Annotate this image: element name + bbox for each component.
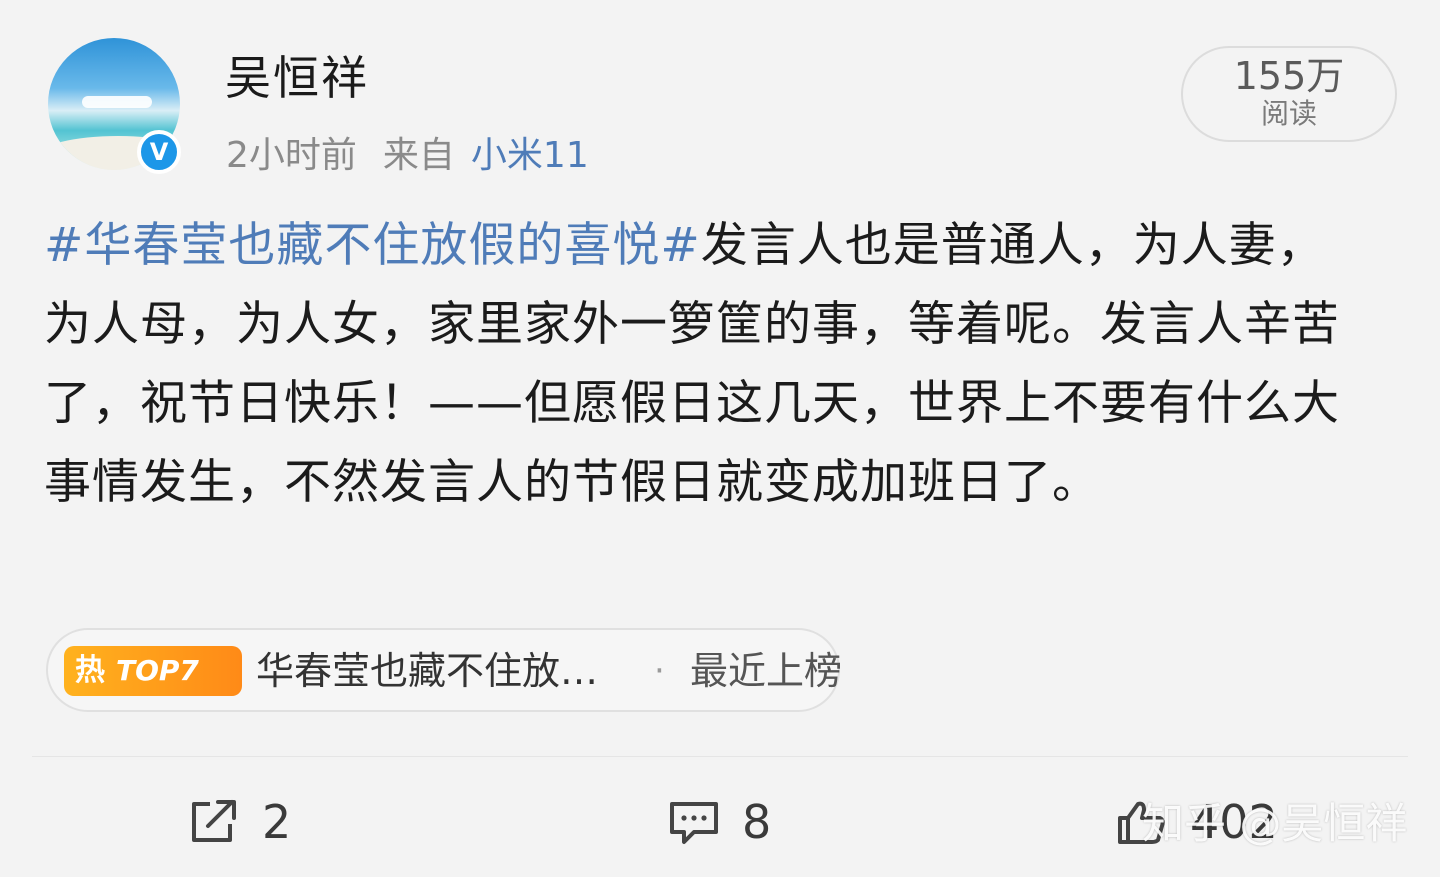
zhihu-watermark: 知乎 @吴恒祥 [1142,799,1408,848]
avatar-cloud [82,96,152,108]
source-label: 来自 [382,135,455,176]
trending-topic-title: 华春莹也藏不住放… [256,649,599,693]
rank-label: TOP7 [116,654,199,687]
comment-button[interactable]: 8 [668,790,771,854]
trending-status: 最近上榜 [690,649,843,693]
source-device-link[interactable]: 小米11 [471,135,589,176]
verified-badge-icon: V [137,130,181,174]
author-name[interactable]: 吴恒祥 [225,42,369,108]
trending-topic-pill[interactable]: 热 TOP7 华春莹也藏不住放… · 最近上榜 [46,628,843,712]
hot-rank-badge: 热 TOP7 [64,646,242,696]
comment-icon [670,802,718,844]
read-count-badge: 155万 阅读 [1181,46,1397,142]
separator-dot: · [654,651,665,691]
divider [32,756,1408,757]
post-meta: 2小时前 来自 小米11 [226,126,589,178]
repost-button[interactable]: 2 [188,790,291,854]
post-time: 2小时前 [226,135,357,176]
read-count-label: 阅读 [1260,97,1317,130]
read-count: 155万 [1233,54,1345,98]
weibo-post-card: V 吴恒祥 2小时前 来自 小米11 155万 阅读 #华春莹也藏不住放假的喜悦#发… [0,0,1440,877]
hot-icon: 热 [75,653,105,688]
repost-count: 2 [262,795,292,849]
repost-icon [192,800,236,842]
comment-count: 8 [742,795,772,849]
hashtag-link[interactable]: #华春莹也藏不住放假的喜悦# [44,218,701,273]
post-text: #华春莹也藏不住放假的喜悦#发言人也是普通人，为人妻，为人母，为人女，家里家外一… [44,206,1364,522]
